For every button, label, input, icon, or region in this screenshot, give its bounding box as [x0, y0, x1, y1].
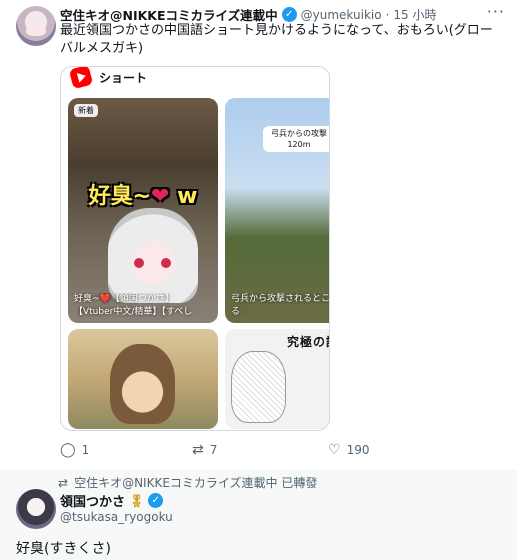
reply-button[interactable]: ◯ 1: [60, 442, 89, 458]
anime-character-thumbnail: [110, 344, 175, 424]
short-card-4[interactable]: 究極の謎: [225, 329, 329, 429]
medal-icon: 🎖: [129, 493, 145, 508]
like-icon: ♡: [328, 442, 341, 458]
heart-icon: ❤: [151, 184, 170, 209]
short-title: 弓兵から攻撃されるとこ る: [231, 294, 330, 317]
tweet-timestamp[interactable]: 15 小時: [393, 6, 436, 23]
quoted-author-avatar[interactable]: [16, 489, 56, 529]
reply-icon: ◯: [60, 442, 76, 458]
quoted-text: 好臭(すきくさ): [16, 541, 111, 557]
quoted-handle[interactable]: @tsukasa_ryogoku: [60, 510, 173, 524]
separator-dot: ·: [385, 7, 390, 22]
retweet-notice-text: 空住キオ@NIKKEコミカライズ連載中 已轉發: [74, 476, 318, 490]
more-options-icon[interactable]: ···: [487, 2, 505, 21]
like-button[interactable]: ♡ 190: [328, 442, 369, 458]
short-card-3[interactable]: [68, 329, 218, 429]
thumbnail-title: 究極の謎: [286, 335, 329, 349]
shorts-header: ショート: [68, 67, 148, 90]
short-title: 好臭~❤️【領国つかさ】 【Vtuber中文/精華】【すべし: [74, 294, 193, 317]
retweet-button[interactable]: ⇄ 7: [192, 442, 217, 458]
author-avatar[interactable]: [16, 6, 56, 46]
like-count: 190: [346, 443, 370, 457]
shorts-title: ショート: [99, 70, 148, 85]
manga-panel: [231, 351, 286, 423]
reply-count: 1: [81, 443, 90, 457]
distance-label: 弓兵からの攻撃 120m: [263, 126, 329, 152]
retweet-count: 7: [209, 443, 218, 457]
quoted-author-header: 領国つかさ 🎖 ✓: [60, 491, 164, 510]
retweet-notice[interactable]: ⇄ 空住キオ@NIKKEコミカライズ連載中 已轉發: [58, 474, 317, 491]
tweet-card[interactable]: 空住キオ@NIKKEコミカライズ連載中 ✓ @yumekuikio · 15 小…: [0, 0, 517, 470]
tweet-text: 最近領国つかさの中国語ショート見かけるようになって、おもろい(グローバルメスガキ…: [60, 23, 493, 56]
quoted-display-name[interactable]: 領国つかさ: [60, 491, 125, 510]
tweet-actions: ◯ 1 ⇄ 7 ♡ 190: [60, 440, 500, 460]
verified-icon: ✓: [281, 7, 297, 22]
new-badge: 新着: [74, 104, 98, 117]
retweet-icon: ⇄: [192, 442, 204, 458]
shorts-icon: [68, 67, 94, 90]
short-card-1[interactable]: 新着 好臭~❤ w 好臭~❤️【領国つかさ】 【Vtuber中文/精華】【すべし: [68, 98, 218, 323]
short-card-2[interactable]: 弓兵からの攻撃 120m 弓兵から攻撃されるとこ る: [225, 98, 330, 323]
character-illustration: [108, 208, 198, 303]
verified-icon: ✓: [148, 493, 164, 508]
thumbnail-overlay-text: 好臭~❤ w: [88, 184, 198, 209]
author-handle[interactable]: @yumekuikio: [301, 8, 382, 22]
youtube-shorts-embed[interactable]: ショート 新着 好臭~❤ w 好臭~❤️【領国つかさ】 【Vtuber中文/精華…: [60, 66, 330, 431]
retweet-icon: ⇄: [58, 475, 69, 490]
